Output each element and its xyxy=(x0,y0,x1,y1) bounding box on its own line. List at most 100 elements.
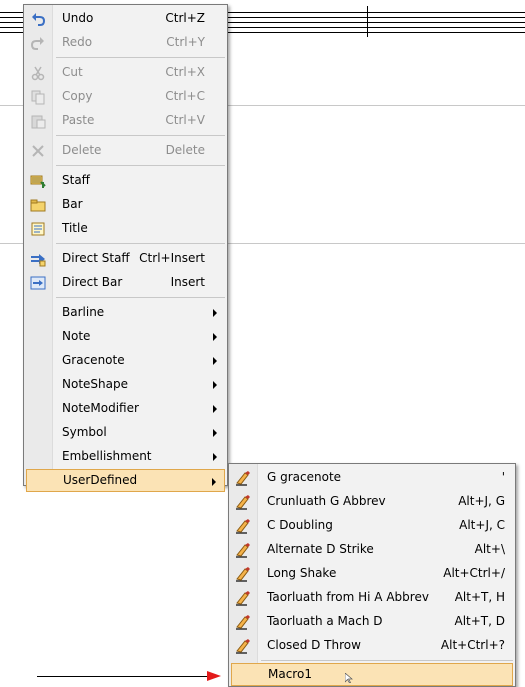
menu-item-shortcut: Alt+T, H xyxy=(454,590,505,604)
submenu-arrow-icon xyxy=(213,453,217,461)
context-menu: Undo Ctrl+Z Redo Ctrl+Y Cut Ctrl+X Copy … xyxy=(23,4,228,492)
menu-item-shortcut: Ctrl+C xyxy=(165,89,205,103)
menu-item-delete[interactable]: Delete Delete xyxy=(26,139,225,162)
menu-item-redo[interactable]: Redo Ctrl+Y xyxy=(26,31,225,54)
submenu-arrow-icon xyxy=(213,357,217,365)
menu-item-label: Taorluath a Mach D xyxy=(267,614,383,628)
menu-separator xyxy=(56,57,225,58)
menu-item-taorluath-hi-a-abbrev[interactable]: Taorluath from Hi A Abbrev Alt+T, H xyxy=(231,586,513,609)
hand-pen-icon xyxy=(236,495,250,510)
hand-pen-icon xyxy=(236,591,250,606)
submenu-arrow-icon xyxy=(213,381,217,389)
menu-item-title[interactable]: Title xyxy=(26,217,225,240)
menu-item-shortcut: Delete xyxy=(165,143,205,157)
annotation-arrow-line xyxy=(37,676,208,677)
menu-item-paste[interactable]: Paste Ctrl+V xyxy=(26,109,225,132)
menu-item-label: Redo xyxy=(62,35,93,49)
menu-item-userdefined[interactable]: UserDefined xyxy=(26,469,225,492)
menu-item-label: Direct Bar xyxy=(62,275,123,289)
menu-item-copy[interactable]: Copy Ctrl+C xyxy=(26,85,225,108)
menu-item-long-shake[interactable]: Long Shake Alt+Ctrl+/ xyxy=(231,562,513,585)
menu-item-shortcut: Alt+\ xyxy=(474,542,505,556)
menu-item-label: Alternate D Strike xyxy=(267,542,374,556)
menu-item-cut[interactable]: Cut Ctrl+X xyxy=(26,61,225,84)
hand-pen-icon xyxy=(236,471,250,486)
menu-item-noteshape[interactable]: NoteShape xyxy=(26,373,225,396)
title-icon xyxy=(31,222,45,236)
menu-item-label: Embellishment xyxy=(62,449,152,463)
menu-item-shortcut: Alt+Ctrl+? xyxy=(440,638,505,652)
menu-item-label: Title xyxy=(62,221,88,235)
menu-item-label: Closed D Throw xyxy=(267,638,361,652)
menu-item-shortcut: ' xyxy=(501,470,505,484)
menu-item-direct-bar[interactable]: Direct Bar Insert xyxy=(26,271,225,294)
menu-item-c-doubling[interactable]: C Doubling Alt+J, C xyxy=(231,514,513,537)
direct-bar-icon xyxy=(30,276,46,290)
hand-pen-icon xyxy=(236,543,250,558)
submenu-arrow-icon xyxy=(213,309,217,317)
menu-item-label: NoteShape xyxy=(62,377,128,391)
menu-item-gracenote[interactable]: Gracenote xyxy=(26,349,225,372)
menu-item-label: NoteModifier xyxy=(62,401,139,415)
direct-staff-icon xyxy=(31,254,46,267)
userdefined-submenu: G gracenote ' Crunluath G Abbrev Alt+J, … xyxy=(228,463,516,687)
submenu-arrow-icon xyxy=(213,333,217,341)
submenu-arrow-icon xyxy=(213,405,217,413)
menu-item-bar[interactable]: Bar xyxy=(26,193,225,216)
mouse-cursor-icon xyxy=(345,673,353,683)
menu-item-shortcut: Alt+J, G xyxy=(458,494,505,508)
menu-item-undo[interactable]: Undo Ctrl+Z xyxy=(26,7,225,30)
menu-item-label: Staff xyxy=(62,173,90,187)
menu-item-label: Crunluath G Abbrev xyxy=(267,494,386,508)
scissors-icon xyxy=(31,66,45,81)
menu-item-shortcut: Ctrl+Insert xyxy=(139,251,205,265)
menu-separator xyxy=(56,297,225,298)
menu-separator xyxy=(56,135,225,136)
menu-item-barline[interactable]: Barline xyxy=(26,301,225,324)
hand-pen-icon xyxy=(236,615,250,630)
barline xyxy=(367,6,368,37)
menu-item-shortcut: Alt+Ctrl+/ xyxy=(443,566,505,580)
menu-item-g-gracenote[interactable]: G gracenote ' xyxy=(231,466,513,489)
annotation-arrow-head xyxy=(207,671,221,681)
hand-pen-icon xyxy=(236,519,250,534)
menu-separator xyxy=(56,243,225,244)
submenu-arrow-icon xyxy=(212,478,216,486)
menu-item-label: Paste xyxy=(62,113,95,127)
menu-item-embellishment[interactable]: Embellishment xyxy=(26,445,225,468)
menu-item-note[interactable]: Note xyxy=(26,325,225,348)
copy-icon xyxy=(31,90,45,105)
menu-item-direct-staff[interactable]: Direct Staff Ctrl+Insert xyxy=(26,247,225,270)
menu-item-crunluath-g-abbrev[interactable]: Crunluath G Abbrev Alt+J, G xyxy=(231,490,513,513)
menu-item-label: Bar xyxy=(62,197,83,211)
menu-item-label: Long Shake xyxy=(267,566,337,580)
menu-item-taorluath-a-mach-d[interactable]: Taorluath a Mach D Alt+T, D xyxy=(231,610,513,633)
menu-item-macro1[interactable]: Macro1 xyxy=(231,663,513,686)
menu-item-label: Taorluath from Hi A Abbrev xyxy=(267,590,429,604)
menu-separator xyxy=(56,165,225,166)
menu-item-closed-d-throw[interactable]: Closed D Throw Alt+Ctrl+? xyxy=(231,634,513,657)
redo-icon xyxy=(30,37,44,50)
staff-icon xyxy=(30,175,46,188)
menu-item-label: G gracenote xyxy=(267,470,342,484)
menu-item-label: Undo xyxy=(62,11,94,25)
menu-item-shortcut: Alt+T, D xyxy=(454,614,505,628)
menu-item-shortcut: Ctrl+Y xyxy=(166,35,205,49)
menu-item-notemodifier[interactable]: NoteModifier xyxy=(26,397,225,420)
clipboard-icon xyxy=(31,115,46,129)
menu-item-symbol[interactable]: Symbol xyxy=(26,421,225,444)
menu-item-label: C Doubling xyxy=(267,518,333,532)
menu-item-label: Note xyxy=(62,329,91,343)
menu-item-label: Copy xyxy=(62,89,93,103)
menu-item-shortcut: Ctrl+V xyxy=(165,113,205,127)
menu-item-shortcut: Ctrl+X xyxy=(165,65,205,79)
menu-item-label: Direct Staff xyxy=(62,251,130,265)
menu-item-shortcut: Alt+J, C xyxy=(459,518,505,532)
menu-item-label: Barline xyxy=(62,305,105,319)
hand-pen-icon xyxy=(236,639,250,654)
undo-icon xyxy=(32,13,46,26)
menu-item-alternate-d-strike[interactable]: Alternate D Strike Alt+\ xyxy=(231,538,513,561)
menu-item-staff[interactable]: Staff xyxy=(26,169,225,192)
menu-separator xyxy=(261,660,513,661)
menu-item-label: UserDefined xyxy=(63,473,138,487)
